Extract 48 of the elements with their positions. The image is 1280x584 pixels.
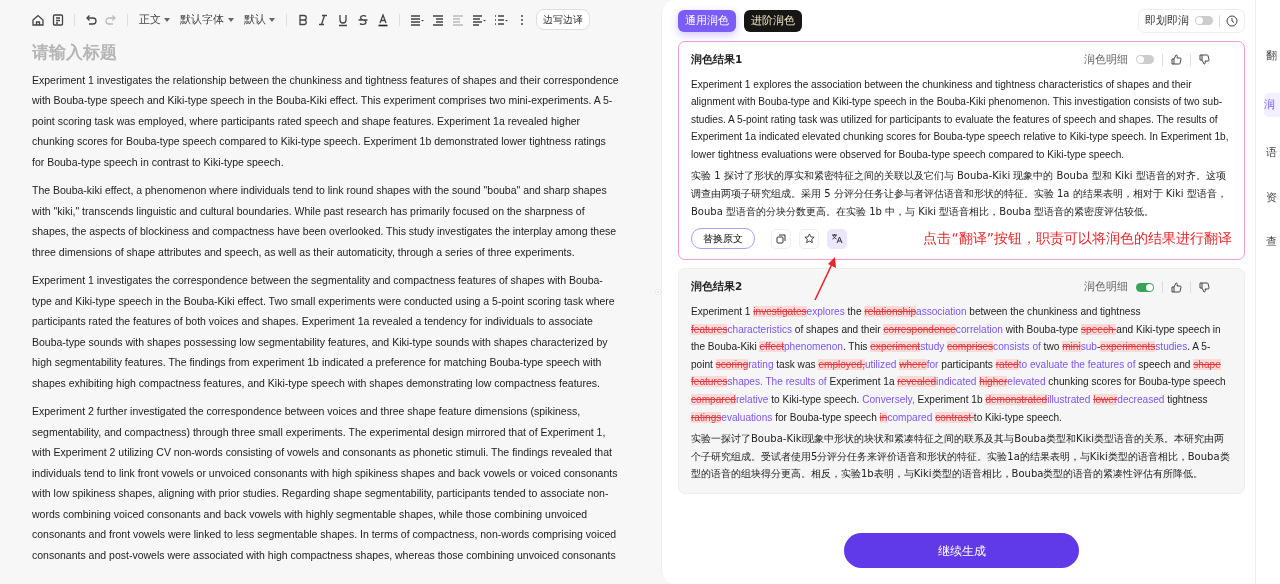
result-title: 润色结果1 bbox=[691, 51, 743, 67]
caret-icon bbox=[164, 17, 171, 22]
dropdown-button[interactable]: 默认字体 bbox=[175, 9, 239, 30]
dropdown-button[interactable]: 默认 bbox=[238, 9, 281, 30]
thumbs-up-icon[interactable] bbox=[1171, 54, 1182, 66]
toggle-label: 即划即润 bbox=[1145, 13, 1189, 28]
history-icon[interactable] bbox=[1226, 14, 1238, 27]
caret-icon bbox=[269, 17, 276, 22]
collapse-handle-icon[interactable] bbox=[655, 286, 661, 298]
translate-button[interactable] bbox=[827, 228, 847, 249]
result-text: Experiment 1 explores the association between the chunkiness and tightness characteristics of shapes and their alignment with Bouba-type and Kiki-type speech in the Bouba-Kiki phenomenon. This investigation consists of two sub-studies. A 5-point rating task was utilized for participants to evaluate the features of speech and shapes. The results of Experiment 1a indicated elevated chunking scores for Bouba-type speech relative to Kiki-type speech. In Experiment 1b, lower tightness evaluations were observed for Bouba-type speech compared to Kiki-type speech. bbox=[691, 77, 1230, 162]
paragraph: The Bouba-kiki effect, a phenomenon where individuals tend to link round shapes with the sound "bouba" and sharp shapes with "kiki," transcends linguistic and cultural boundaries. While past research has primarily focused on the sharpness of shapes, the aspects of blockiness and compactness have been overlooked. This study investigates the interplay among these three dimensions of shape attributes and speech, as well as their automaticity, through a series of three experiments. bbox=[31, 183, 618, 260]
star-icon bbox=[803, 233, 815, 245]
mode-tab[interactable]: 进阶润色 bbox=[744, 10, 802, 32]
side-tab[interactable]: 查 bbox=[1266, 234, 1280, 251]
side-tab[interactable]: 润 bbox=[1264, 92, 1280, 117]
toggle-switch[interactable] bbox=[1136, 282, 1154, 292]
paragraph: Experiment 2 further investigated the correspondence between voices and three shape feature dimensions (spikiness, segmentability, and compactness) through three small experiments. The experimental design mirrored that of Experiment 1, with Experiment 2 utilizing CV non-words consisting of vowels and consonants as phonetic stimuli. The findings revealed that individuals tend to link front vowels or unvoiced consonants with high spikiness shapes and back vowels or voiced consonants with low spikiness shapes, aligning with prior studies. Regarding shape segmentability, participants tended to associate non-words combining voiced consonants and back vowels with highly segmentable shapes, while those combining unvoiced consonants and front vowels were linked to less segmentable shapes. In terms of compactness, non-words comprising voiced consonants and post-vowels were associated with high compactness shapes, whereas those combining unvoiced consonants bbox=[31, 404, 619, 563]
translate-while-writing-button[interactable]: 边写边译 bbox=[536, 9, 591, 30]
translation-text: 实验 1 探讨了形状的厚实和紧密特征之间的关联以及它们与 Bouba-Kiki 现象中的 Bouba 型和 Kiki 型语音的对齐。这项调查由两项子研究组成。采用 5 分评分任务让参与者评估语音和形状的特征。实验 1a 的结果表明，相对于 Kiki 型语音，Bouba 型语音的分块分数更高。在实验 1b 中，与 Kiki 型语音相比，Bouba 型语音的紧密度评估较低。 bbox=[691, 169, 1228, 219]
mode-tab[interactable]: 通用润色 bbox=[678, 10, 736, 32]
side-tab[interactable]: 翻 bbox=[1266, 48, 1280, 65]
paragraph: Experiment 1 investigates the correspondence between the segmentality and compactness features of shapes with Bouba-type and Kiki-type speech in the Bouba-Kiki effect. Two small experiments were conducted using a 5-point scoring task where participants rated the features of both voices and shapes. Experiment 1a revealed a tendency for individuals to associate Bouba-type sounds with shapes possessing low segmentability features, and Kiki-type sounds with shapes characterized by high segmentability features. The findings from experiment 1b indicated a preference for matching Bouba-type speech with shapes exhibiting high compactness features, and Kiki-type speech with shapes demonstrating low compactness features. bbox=[31, 273, 616, 391]
title-field[interactable]: 请输入标题 bbox=[0, 36, 400, 70]
toggle-label: 润色明细 bbox=[1084, 279, 1128, 295]
toggle-switch[interactable] bbox=[1136, 55, 1154, 65]
copy-icon bbox=[776, 233, 786, 244]
continue-button[interactable]: 继续生成 bbox=[844, 533, 1079, 568]
annotation-text: 点击“翻译”按钮，职责可以将润色的结果进行翻译 bbox=[923, 229, 1232, 249]
side-tab[interactable]: 语 bbox=[1266, 145, 1280, 162]
thumbs-down-icon[interactable] bbox=[1199, 281, 1210, 293]
toggle-label: 润色明细 bbox=[1084, 51, 1128, 67]
translate-icon bbox=[831, 233, 843, 245]
thumbs-up-icon[interactable] bbox=[1171, 281, 1182, 293]
caret-icon bbox=[227, 17, 234, 22]
result-title: 润色结果2 bbox=[691, 279, 743, 295]
dropdown-button[interactable]: 正文 bbox=[134, 9, 176, 30]
copy-button[interactable] bbox=[771, 228, 791, 249]
toggle-switch[interactable] bbox=[1195, 16, 1213, 26]
diff-text: Experiment 1 investigatesexplores the relationshipassociation between the chunkiness and tightness featurescharacteristics of shapes and their correspondencecorrelation with Bouba-type speech and Kiki-type speech in the Bouba-Kiki effectphenomenon. This experimentstudy comprisesconsists of two minisub-experimentsstudies. A 5-point scoringrating task was employed,utilized wherefor participants ratedto evaluate the features of speech and shape featuresshapes. The results of Experiment 1a revealedindicated higherelevated chunking scores for Bouba-type speech comparedrelative to Kiki-type speech. Conversely, Experiment 1b demonstratedillustrated lowerdecreased tightness ratingsevaluations for Bouba-type speech incompared contrast to Kiki-type speech. bbox=[691, 305, 1227, 425]
replace-original-button[interactable]: 替换原文 bbox=[691, 228, 755, 250]
side-tab[interactable]: 资 bbox=[1266, 189, 1280, 206]
result-card[interactable] bbox=[678, 40, 1245, 261]
favorite-button[interactable] bbox=[799, 228, 819, 249]
translation-text: 实验一探讨了Bouba-Kiki现象中形状的块状和紧凑特征之间的联系及其与Bouba类型和Kiki类型语音的关系。本研究由两个子研究组成。受试者使用5分评分任务来评价语音和形状的特征。实验1a的结果表明，与Kiki类型的语音相比，Bouba类型的语音的组块得分更高。相反，实验1b表明，与Kiki类型的语音相比，Bouba类型的语音的紧凑性评估有所降低。 bbox=[691, 432, 1231, 482]
annotation-arrow bbox=[813, 256, 839, 302]
thumbs-down-icon[interactable] bbox=[1199, 54, 1210, 66]
paragraph: Experiment 1 investigates the relationship between the chunkiness and tightness features of shapes and their correspondence with Bouba-type speech and Kiki-type speech in the Bouba-Kiki effect. This experiment comprises two mini-experiments. A 5-point scoring task was employed, where participants rated speech and shape features. Experiment 1a revealed higher chunking scores for Bouba-type speech compared to Kiki-type speech. Experiment 1b demonstrated lower tightness ratings for Bouba-type speech in contrast to Kiki-type speech. bbox=[31, 72, 620, 170]
